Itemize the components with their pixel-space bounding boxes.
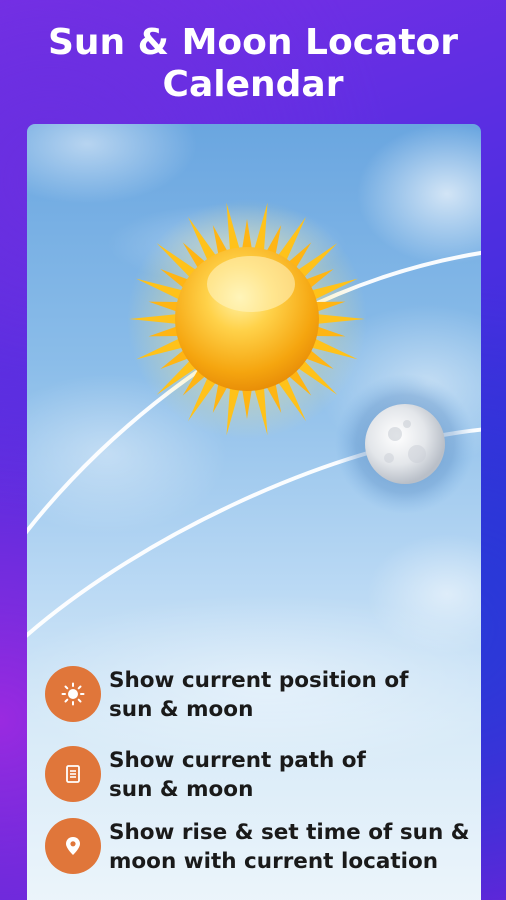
page-title: Sun & Moon Locator Calendar bbox=[0, 22, 506, 106]
title-line-2: Calendar bbox=[162, 64, 344, 105]
feature-line-2: moon with current location bbox=[109, 849, 439, 874]
title-line-1: Sun & Moon Locator bbox=[47, 22, 459, 63]
feature-line-1: Show current position of bbox=[109, 668, 409, 693]
sun-icon-badge bbox=[45, 666, 101, 722]
feature-item-rise-set: Show rise & set time of sun & moon with … bbox=[45, 818, 475, 878]
feature-line-2: sun & moon bbox=[109, 777, 254, 802]
feature-line-1: Show rise & set time of sun & bbox=[109, 820, 470, 845]
sun-icon bbox=[61, 682, 85, 706]
feature-text-rise-set: Show rise & set time of sun & moon with … bbox=[109, 818, 475, 876]
feature-line-2: sun & moon bbox=[109, 697, 254, 722]
location-pin-icon bbox=[66, 837, 80, 855]
feature-text-position: Show current position of sun & moon bbox=[109, 666, 475, 724]
feature-text-path: Show current path of sun & moon bbox=[109, 746, 475, 804]
feature-item-path: Show current path of sun & moon bbox=[45, 746, 475, 806]
calendar-icon-badge bbox=[45, 746, 101, 802]
location-pin-icon-badge bbox=[45, 818, 101, 874]
feature-line-1: Show current path of bbox=[109, 748, 366, 773]
feature-item-position: Show current position of sun & moon bbox=[45, 666, 475, 726]
sun-graphic bbox=[127, 199, 367, 439]
calendar-icon bbox=[66, 765, 80, 783]
moon-graphic bbox=[335, 374, 475, 514]
illustration-card: Show current position of sun & moon Show… bbox=[27, 124, 481, 900]
